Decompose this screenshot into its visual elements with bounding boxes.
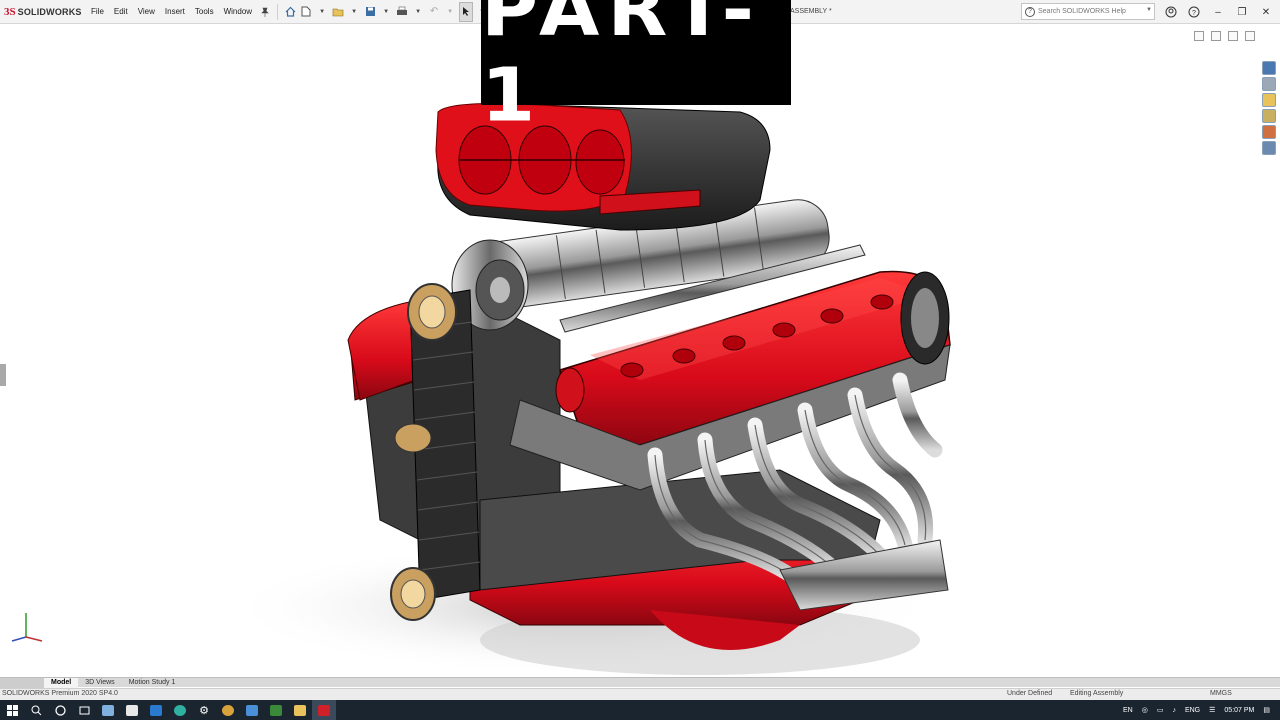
viewport-restore-icon[interactable] [1228, 31, 1238, 41]
unit-system[interactable]: MMGS [1210, 690, 1232, 697]
taskbar-app-icon[interactable] [240, 700, 264, 720]
battery-icon[interactable]: ♪ [1172, 707, 1176, 714]
cortana-icon[interactable] [48, 700, 72, 720]
menu-file[interactable]: File [86, 0, 109, 24]
task-pane-tabs [1262, 60, 1278, 156]
document-tabs: Model 3D Views Motion Study 1 [0, 677, 1280, 688]
windows-taskbar: ⚙ EN ◎ ▭ ♪ ENG ☰ 05:07 PM ▤ [0, 700, 1280, 720]
toolbar-separator [277, 3, 279, 20]
chevron-down-icon[interactable]: ▼ [1146, 7, 1152, 13]
minimize-icon[interactable]: – [1207, 0, 1229, 24]
open-icon[interactable] [331, 2, 345, 22]
search-input[interactable]: ? Search SOLIDWORKS Help ▼ [1021, 3, 1155, 20]
part-title-banner: PART-1 [481, 0, 791, 138]
taskbar-app-icon[interactable] [120, 700, 144, 720]
chevron-down-icon[interactable]: ▼ [443, 2, 457, 22]
appearances-icon[interactable] [1262, 125, 1276, 139]
document-title: ASSEMBLY * [790, 8, 832, 15]
chrome-icon[interactable] [216, 700, 240, 720]
print-icon[interactable] [395, 2, 409, 22]
banner-text: PART-1 [481, 0, 763, 138]
viewport-tile-icon[interactable] [1211, 31, 1221, 41]
windows-start-icon[interactable] [0, 700, 24, 720]
custom-properties-icon[interactable] [1262, 141, 1276, 155]
pin-icon[interactable] [258, 2, 272, 22]
clock[interactable]: 05:07 PM [1224, 707, 1254, 714]
volume-icon[interactable]: ▭ [1157, 706, 1164, 714]
help-search-icon: ? [1025, 6, 1035, 17]
network-icon[interactable]: ◎ [1142, 706, 1148, 714]
taskbar-app-icon[interactable] [96, 700, 120, 720]
close-icon[interactable]: ✕ [1255, 0, 1277, 24]
chevron-down-icon[interactable]: ▼ [347, 2, 361, 22]
logo-mark: 3S [4, 5, 16, 18]
help-icon[interactable]: ? [1183, 0, 1205, 24]
status-bar: SOLIDWORKS Premium 2020 SP4.0 Under Defi… [0, 688, 1280, 700]
solidworks-logo[interactable]: 3S SOLIDWORKS [0, 0, 86, 24]
viewport-minimize-icon[interactable] [1194, 31, 1204, 41]
wifi-icon[interactable]: ☰ [1209, 706, 1215, 714]
notification-icon[interactable]: ▤ [1263, 706, 1270, 714]
logo-word: SOLIDWORKS [17, 6, 82, 17]
user-icon[interactable] [1160, 0, 1182, 24]
edit-mode: Editing Assembly [1070, 690, 1124, 697]
settings-icon[interactable]: ⚙ [192, 700, 216, 720]
search-icon[interactable] [24, 700, 48, 720]
solidworks-taskbar-icon[interactable] [312, 700, 336, 720]
solidworks-window: 3S SOLIDWORKS File Edit View Insert Tool… [0, 0, 1280, 720]
tab-motion-study[interactable]: Motion Study 1 [122, 678, 183, 688]
language-indicator[interactable]: ENG [1185, 707, 1200, 714]
design-library-icon[interactable] [1262, 77, 1276, 91]
tab-3d-views[interactable]: 3D Views [78, 678, 121, 688]
menu-view[interactable]: View [133, 0, 160, 24]
menu-tools[interactable]: Tools [190, 0, 219, 24]
chevron-down-icon[interactable]: ▼ [315, 2, 329, 22]
new-file-icon[interactable] [299, 2, 313, 22]
menu-edit[interactable]: Edit [109, 0, 133, 24]
system-tray: EN ◎ ▭ ♪ ENG ☰ 05:07 PM ▤ [1114, 700, 1280, 720]
mail-icon[interactable] [144, 700, 168, 720]
restore-icon[interactable]: ❐ [1231, 0, 1253, 24]
chevron-down-icon[interactable]: ▼ [379, 2, 393, 22]
edge-icon[interactable] [168, 700, 192, 720]
menu-insert[interactable]: Insert [160, 0, 190, 24]
tab-model[interactable]: Model [44, 677, 79, 688]
file-explorer-icon[interactable] [288, 700, 312, 720]
axis-triad-icon [11, 613, 43, 642]
select-arrow-icon[interactable] [459, 1, 474, 22]
chevron-down-icon[interactable]: ▼ [411, 2, 425, 22]
file-explorer-icon[interactable] [1262, 93, 1276, 107]
menu-window[interactable]: Window [219, 0, 257, 24]
svg-text:?: ? [1192, 10, 1196, 17]
viewport-close-icon[interactable] [1245, 31, 1255, 41]
search-placeholder: Search SOLIDWORKS Help [1038, 8, 1126, 15]
definition-state: Under Defined [1007, 690, 1053, 697]
task-view-icon[interactable] [72, 700, 96, 720]
save-icon[interactable] [363, 2, 377, 22]
product-version: SOLIDWORKS Premium 2020 SP4.0 [2, 690, 118, 697]
undo-icon[interactable]: ↶ [427, 2, 441, 22]
view-palette-icon[interactable] [1262, 109, 1276, 123]
home-icon[interactable] [283, 2, 297, 22]
input-language[interactable]: EN [1123, 707, 1133, 714]
solidworks-resources-icon[interactable] [1262, 61, 1276, 75]
feature-manager-toggle[interactable] [0, 364, 6, 386]
tab-scroll-arrows[interactable] [0, 677, 44, 688]
taskbar-app-icon[interactable] [264, 700, 288, 720]
